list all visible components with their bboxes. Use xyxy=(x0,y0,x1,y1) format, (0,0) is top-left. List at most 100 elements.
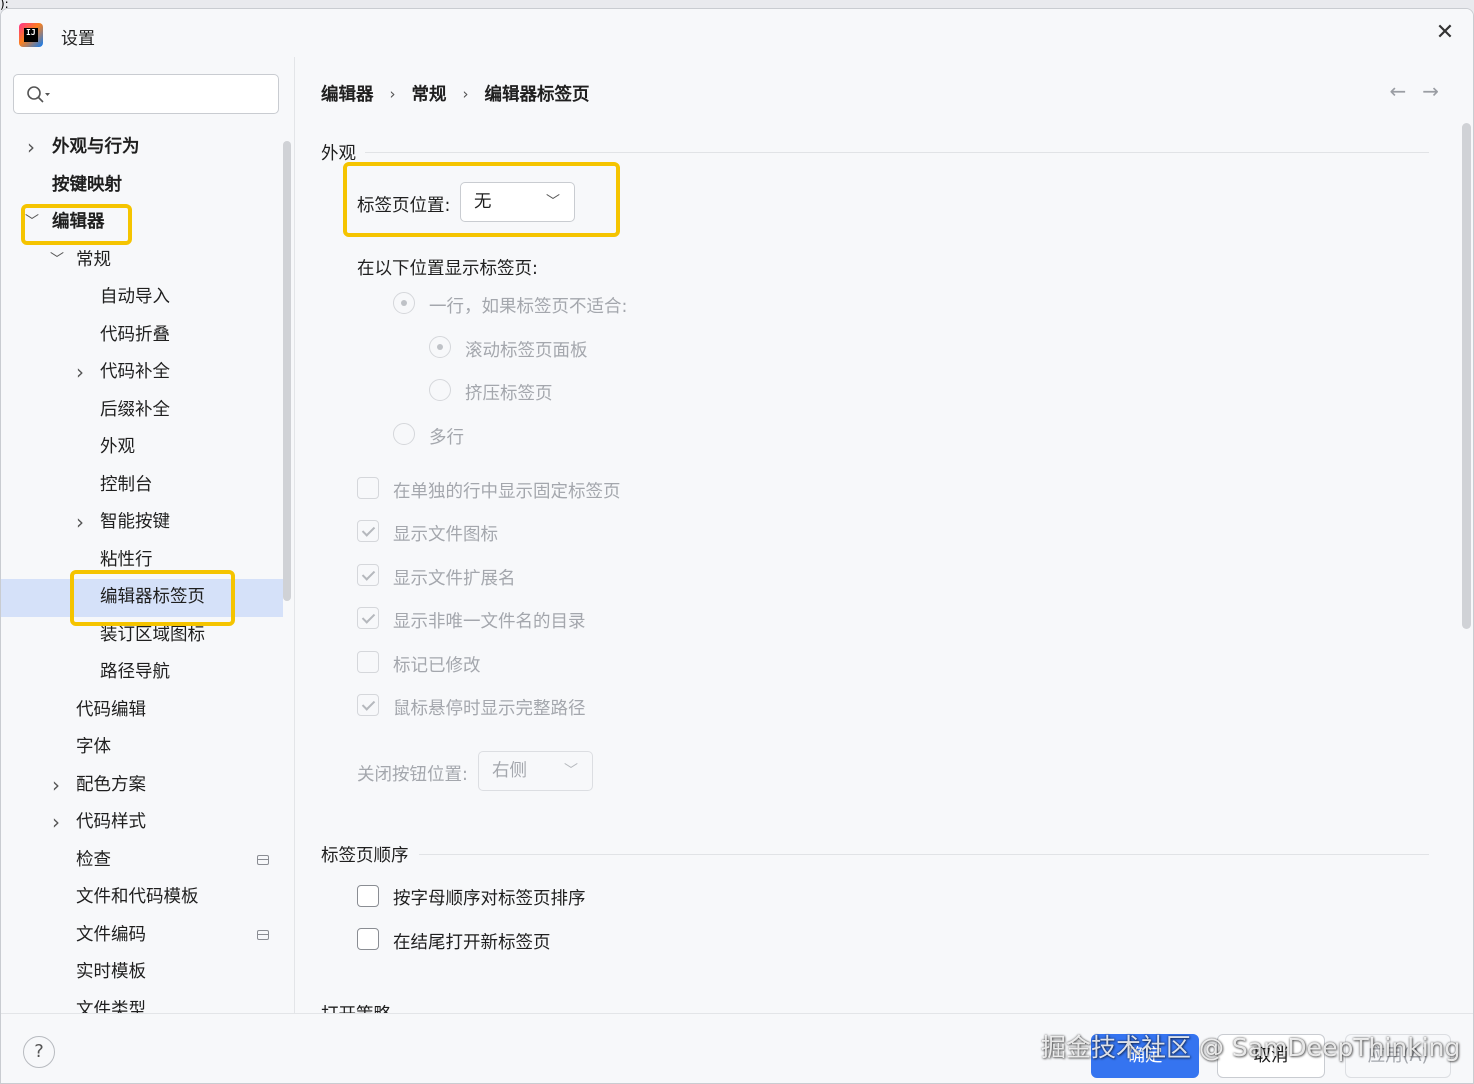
sidebar-item[interactable]: 按键映射 xyxy=(1,167,283,205)
radio-squeeze-tabs-label: 挤压标签页 xyxy=(465,384,553,404)
sidebar-item[interactable]: 后缀补全 xyxy=(1,392,283,430)
sidebar-item-label: 外观与行为 xyxy=(52,137,140,157)
breadcrumb: 编辑器 › 常规 › 编辑器标签页 xyxy=(321,81,590,106)
project-scope-icon xyxy=(257,854,269,865)
appearance-checkbox[interactable] xyxy=(357,477,379,499)
sidebar-item[interactable]: 检查 xyxy=(1,842,283,880)
sidebar-item-label: 控制台 xyxy=(100,474,153,495)
sidebar-item[interactable]: › 代码样式 xyxy=(1,804,283,842)
sidebar-item-label: 编辑器标签页 xyxy=(100,587,205,607)
appearance-checkbox-label: 显示非唯一文件名的目录 xyxy=(393,612,586,632)
search-input[interactable] xyxy=(13,74,279,114)
open-at-end-label: 在结尾打开新标签页 xyxy=(393,933,551,953)
sidebar-item[interactable]: 文件类型 xyxy=(1,992,283,1014)
breadcrumb-separator: › xyxy=(389,84,396,103)
close-icon[interactable]: ✕ xyxy=(1433,21,1457,45)
sidebar-item[interactable]: 粘性行 xyxy=(1,542,283,580)
back-arrow-icon[interactable]: ← xyxy=(1389,79,1422,103)
radio-one-row-label: 一行，如果标签页不适合: xyxy=(429,297,628,317)
sidebar-item[interactable]: 自动导入 xyxy=(1,279,283,317)
show-tabs-in-label: 在以下位置显示标签页: xyxy=(357,259,538,279)
sidebar-item[interactable]: 路径导航 xyxy=(1,654,283,692)
breadcrumb-item-general[interactable]: 常规 xyxy=(412,81,447,106)
sidebar-item[interactable]: ﹀ 编辑器 xyxy=(1,204,283,242)
appearance-checkbox-label: 鼠标悬停时显示完整路径 xyxy=(393,699,586,719)
close-button-position-dropdown[interactable]: 右侧 ﹀ xyxy=(478,751,593,791)
close-button-position-label: 关闭按钮位置: xyxy=(357,765,468,785)
section-title-tab-order: 标签页顺序 xyxy=(321,846,409,866)
sidebar-item-label: 代码样式 xyxy=(76,812,146,832)
sidebar-item[interactable]: › 配色方案 xyxy=(1,767,283,805)
sidebar-item[interactable]: 外观 xyxy=(1,429,283,467)
sidebar-item[interactable]: 文件和代码模板 xyxy=(1,879,283,917)
sidebar-item[interactable]: 编辑器标签页 xyxy=(1,579,283,617)
chevron-down-icon: ﹀ xyxy=(546,194,560,210)
sidebar-item[interactable]: 代码编辑 xyxy=(1,692,283,730)
appearance-checkbox-label: 在单独的行中显示固定标签页 xyxy=(393,482,621,502)
radio-scroll-tabs[interactable] xyxy=(429,336,451,358)
sidebar-item[interactable]: 实时模板 xyxy=(1,954,283,992)
sidebar-item[interactable]: 文件编码 xyxy=(1,917,283,955)
sidebar-item-label: 按键映射 xyxy=(52,174,122,195)
sidebar-item[interactable]: 字体 xyxy=(1,729,283,767)
sidebar-item-label: 字体 xyxy=(76,737,111,757)
sidebar-item-label: 后缀补全 xyxy=(100,399,170,420)
chevron-right-icon[interactable]: › xyxy=(50,767,62,805)
chevron-down-icon[interactable]: ﹀ xyxy=(25,204,39,242)
sidebar-item[interactable]: › 智能按键 xyxy=(1,504,283,542)
title-bar: IJ 设置 ✕ xyxy=(1,9,1473,57)
sidebar-item-label: 配色方案 xyxy=(76,774,146,795)
appearance-checkbox[interactable] xyxy=(357,651,379,673)
appearance-checkbox-label: 显示文件扩展名 xyxy=(393,569,516,589)
sidebar-item-label: 路径导航 xyxy=(100,662,170,682)
breadcrumb-separator: › xyxy=(462,84,469,103)
sidebar-item[interactable]: › 代码补全 xyxy=(1,354,283,392)
chevron-right-icon[interactable]: › xyxy=(74,354,86,392)
breadcrumb-item-editor[interactable]: 编辑器 xyxy=(321,81,374,106)
chevron-down-icon: ﹀ xyxy=(564,763,578,779)
radio-squeeze-tabs[interactable] xyxy=(429,379,451,401)
sidebar-item-label: 编辑器 xyxy=(52,212,105,232)
appearance-checkbox[interactable] xyxy=(357,694,379,716)
section-divider xyxy=(365,152,1429,153)
forward-arrow-icon[interactable]: → xyxy=(1422,79,1455,103)
open-at-end-checkbox[interactable] xyxy=(357,928,379,950)
appearance-checkbox-label: 标记已修改 xyxy=(393,656,481,676)
radio-one-row[interactable] xyxy=(393,292,415,314)
sort-alpha-checkbox[interactable] xyxy=(357,885,379,907)
content-scrollbar[interactable] xyxy=(1462,123,1471,629)
sidebar-item-label: 自动导入 xyxy=(100,287,170,307)
sidebar-item-label: 代码补全 xyxy=(100,362,170,382)
sidebar-item-label: 文件和代码模板 xyxy=(76,887,199,907)
section-title-appearance: 外观 xyxy=(321,144,356,164)
sidebar-item[interactable]: 代码折叠 xyxy=(1,317,283,355)
settings-sidebar: › 外观与行为 按键映射 ﹀ 编辑器 ﹀ 常规 自动导入 代码折叠 › 代码补全 后缀补全 外观 控制台 ›… xyxy=(1,57,295,1013)
chevron-down-icon[interactable]: ﹀ xyxy=(50,242,64,280)
sidebar-item-label: 智能按键 xyxy=(100,512,170,532)
sidebar-scrollbar[interactable] xyxy=(283,141,291,601)
window-title: 设置 xyxy=(61,29,95,49)
sidebar-item-label: 粘性行 xyxy=(100,549,153,570)
tab-position-label: 标签页位置: xyxy=(357,196,451,216)
sidebar-item[interactable]: ﹀ 常规 xyxy=(1,242,283,280)
sidebar-item[interactable]: 装订区域图标 xyxy=(1,617,283,655)
section-title-open-policy: 打开策略 xyxy=(321,1001,391,1013)
help-button[interactable]: ? xyxy=(23,1036,55,1068)
sidebar-item-label: 实时模板 xyxy=(76,962,146,982)
tab-position-dropdown[interactable]: 无 ﹀ xyxy=(460,182,575,222)
appearance-checkbox[interactable] xyxy=(357,520,379,542)
chevron-right-icon[interactable]: › xyxy=(25,129,37,167)
appearance-checkbox[interactable] xyxy=(357,564,379,586)
sidebar-item[interactable]: › 外观与行为 xyxy=(1,129,283,167)
sort-alpha-label: 按字母顺序对标签页排序 xyxy=(393,889,586,909)
radio-multi-row[interactable] xyxy=(393,423,415,445)
appearance-checkbox[interactable] xyxy=(357,607,379,629)
chevron-right-icon[interactable]: › xyxy=(74,504,86,542)
sidebar-item[interactable]: 控制台 xyxy=(1,467,283,505)
sidebar-item-label: 代码编辑 xyxy=(76,699,146,720)
chevron-right-icon[interactable]: › xyxy=(50,804,62,842)
watermark-text: 掘金技术社区 @ SamDeepThinking xyxy=(1041,1033,1461,1062)
sidebar-item-label: 外观 xyxy=(100,437,135,457)
sidebar-item-label: 文件编码 xyxy=(76,924,146,945)
sidebar-item-label: 文件类型 xyxy=(76,999,146,1014)
